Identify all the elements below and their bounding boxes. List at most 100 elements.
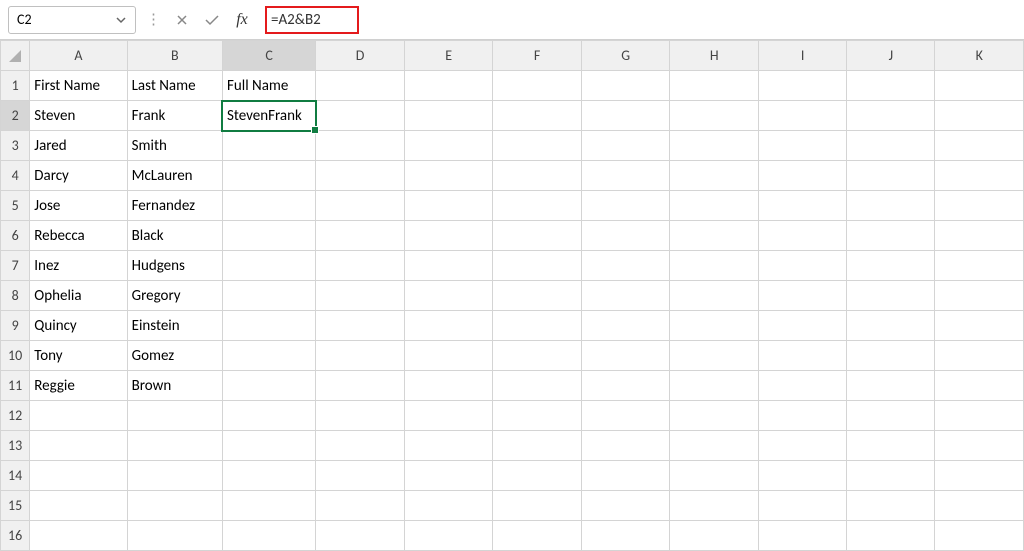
cell-K3[interactable]	[935, 131, 1024, 161]
cell-B11[interactable]: Brown	[127, 371, 222, 401]
row-header-9[interactable]: 9	[1, 311, 30, 341]
cell-J16[interactable]	[847, 521, 935, 551]
cell-G10[interactable]	[581, 341, 670, 371]
column-header-D[interactable]: D	[316, 41, 405, 71]
column-header-G[interactable]: G	[581, 41, 670, 71]
cell-I8[interactable]	[759, 281, 847, 311]
row-header-10[interactable]: 10	[1, 341, 30, 371]
cell-D6[interactable]	[316, 221, 405, 251]
cell-A3[interactable]: Jared	[30, 131, 127, 161]
cell-I16[interactable]	[759, 521, 847, 551]
cell-B3[interactable]: Smith	[127, 131, 222, 161]
cell-A8[interactable]: Ophelia	[30, 281, 127, 311]
cell-D5[interactable]	[316, 191, 405, 221]
cell-G7[interactable]	[581, 251, 670, 281]
check-icon[interactable]	[201, 9, 223, 31]
cell-B10[interactable]: Gomez	[127, 341, 222, 371]
cell-C2[interactable]: StevenFrank	[222, 101, 315, 131]
cell-E10[interactable]	[404, 341, 492, 371]
cell-F9[interactable]	[493, 311, 581, 341]
cell-H1[interactable]	[670, 71, 759, 101]
cell-J10[interactable]	[847, 341, 935, 371]
cell-E3[interactable]	[404, 131, 492, 161]
fill-handle[interactable]	[311, 126, 319, 134]
cell-K11[interactable]	[935, 371, 1024, 401]
cell-A10[interactable]: Tony	[30, 341, 127, 371]
cell-H15[interactable]	[670, 491, 759, 521]
cell-J11[interactable]	[847, 371, 935, 401]
cell-H2[interactable]	[670, 101, 759, 131]
cell-I2[interactable]	[759, 101, 847, 131]
cell-I10[interactable]	[759, 341, 847, 371]
cell-I15[interactable]	[759, 491, 847, 521]
cancel-icon[interactable]	[171, 9, 193, 31]
cell-E4[interactable]	[404, 161, 492, 191]
cell-F15[interactable]	[493, 491, 581, 521]
row-header-12[interactable]: 12	[1, 401, 30, 431]
cell-I12[interactable]	[759, 401, 847, 431]
cell-F13[interactable]	[493, 431, 581, 461]
cell-D1[interactable]	[316, 71, 405, 101]
cell-K1[interactable]	[935, 71, 1024, 101]
column-header-E[interactable]: E	[404, 41, 492, 71]
row-header-1[interactable]: 1	[1, 71, 30, 101]
cell-E9[interactable]	[404, 311, 492, 341]
cell-A12[interactable]	[30, 401, 127, 431]
cell-H6[interactable]	[670, 221, 759, 251]
cell-I1[interactable]	[759, 71, 847, 101]
cell-C9[interactable]	[222, 311, 315, 341]
cell-B1[interactable]: Last Name	[127, 71, 222, 101]
cell-D15[interactable]	[316, 491, 405, 521]
cell-F6[interactable]	[493, 221, 581, 251]
cell-B8[interactable]: Gregory	[127, 281, 222, 311]
column-header-K[interactable]: K	[935, 41, 1024, 71]
row-header-13[interactable]: 13	[1, 431, 30, 461]
cell-A14[interactable]	[30, 461, 127, 491]
cell-D3[interactable]	[316, 131, 405, 161]
cell-J4[interactable]	[847, 161, 935, 191]
cell-E1[interactable]	[404, 71, 492, 101]
cell-B16[interactable]	[127, 521, 222, 551]
cell-H7[interactable]	[670, 251, 759, 281]
cell-G1[interactable]	[581, 71, 670, 101]
cell-J2[interactable]	[847, 101, 935, 131]
cell-E13[interactable]	[404, 431, 492, 461]
cell-I6[interactable]	[759, 221, 847, 251]
cell-B2[interactable]: Frank	[127, 101, 222, 131]
cell-E7[interactable]	[404, 251, 492, 281]
formula-input[interactable]: =A2&B2	[261, 6, 1016, 34]
row-header-7[interactable]: 7	[1, 251, 30, 281]
cell-A2[interactable]: Steven	[30, 101, 127, 131]
cell-H16[interactable]	[670, 521, 759, 551]
cell-G3[interactable]	[581, 131, 670, 161]
row-header-6[interactable]: 6	[1, 221, 30, 251]
cell-H11[interactable]	[670, 371, 759, 401]
cell-G16[interactable]	[581, 521, 670, 551]
cell-F3[interactable]	[493, 131, 581, 161]
cell-D2[interactable]	[316, 101, 405, 131]
cell-F4[interactable]	[493, 161, 581, 191]
cell-C6[interactable]	[222, 221, 315, 251]
cell-C3[interactable]	[222, 131, 315, 161]
cell-E6[interactable]	[404, 221, 492, 251]
cell-B15[interactable]	[127, 491, 222, 521]
cell-C5[interactable]	[222, 191, 315, 221]
cell-I14[interactable]	[759, 461, 847, 491]
column-header-I[interactable]: I	[759, 41, 847, 71]
row-header-16[interactable]: 16	[1, 521, 30, 551]
cell-K9[interactable]	[935, 311, 1024, 341]
chevron-down-icon[interactable]	[115, 14, 127, 26]
cell-K6[interactable]	[935, 221, 1024, 251]
cell-D7[interactable]	[316, 251, 405, 281]
cell-K7[interactable]	[935, 251, 1024, 281]
cell-C13[interactable]	[222, 431, 315, 461]
cell-F16[interactable]	[493, 521, 581, 551]
cell-E8[interactable]	[404, 281, 492, 311]
cell-J13[interactable]	[847, 431, 935, 461]
cell-C12[interactable]	[222, 401, 315, 431]
cell-A13[interactable]	[30, 431, 127, 461]
cell-F12[interactable]	[493, 401, 581, 431]
cell-A4[interactable]: Darcy	[30, 161, 127, 191]
cell-E2[interactable]	[404, 101, 492, 131]
cell-J7[interactable]	[847, 251, 935, 281]
